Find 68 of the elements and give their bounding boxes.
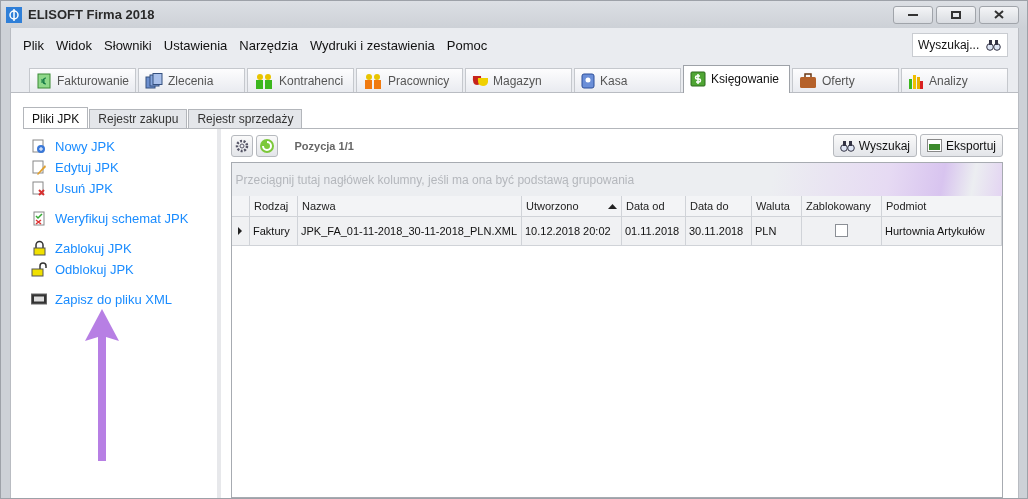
menu-item[interactable]: Widok [49,37,99,53]
module-tab[interactable]: Pracownicy [356,68,463,92]
column-header[interactable]: Data do [685,196,752,217]
column-header[interactable]: Data od [621,196,686,217]
column-header[interactable]: Podmiot [881,196,1002,217]
module-tab[interactable]: Oferty [792,68,899,92]
action-link[interactable]: Odblokuj JPK [55,261,134,277]
maximize-button[interactable] [936,5,976,24]
settings-icon [234,138,249,153]
column-header[interactable]: Utworzono [521,196,622,217]
refresh-icon [258,137,275,154]
menu-item[interactable]: Pomoc [440,37,494,53]
table-cell: JPK_FA_01-11-2018_30-11-2018_PLN.XML [297,216,522,246]
briefcase-icon [799,72,817,89]
open-padlock-icon [31,261,47,277]
close-button[interactable] [979,5,1019,24]
column-header[interactable]: Rodzaj [249,196,298,217]
module-tab[interactable]: Magazyn [465,68,572,92]
documents-icon [145,72,163,89]
new-document-icon [32,138,46,154]
module-tab[interactable]: Fakturowanie [29,68,136,92]
group-by-hint: Przeciągnij tutaj nagłówek kolumny, jeśli ma ona być podstawą grupowania [231,163,1002,196]
minimize-icon [908,13,918,16]
xml-file-icon [31,293,47,305]
table-cell: Hurtownia Artykułów [881,216,1002,246]
settings-button[interactable] [230,134,253,157]
people-icon [254,72,274,89]
menu-item[interactable]: Wydruki i zestawienia [303,37,441,53]
module-tab[interactable]: Zlecenia [138,68,245,92]
padlock-icon [32,240,46,256]
table-cell: 30.11.2018 [685,216,752,246]
bar-chart-icon [908,72,924,89]
close-icon [994,10,1004,19]
app-logo-icon [6,6,22,23]
minimize-button[interactable] [893,5,933,24]
safe-icon [581,72,595,89]
menu-item[interactable]: Ustawienia [157,37,234,53]
column-header[interactable]: Nazwa [297,196,522,217]
module-tab[interactable]: Analizy [901,68,1008,92]
delete-document-icon [32,180,46,196]
table-cell: 10.12.2018 20:02 [521,216,622,246]
column-header[interactable]: Zablokowany [801,196,882,217]
window-title: ELISOFT Firma 2018 [28,7,156,22]
menu-item[interactable]: Narzędzia [233,37,304,53]
record-position: Pozycja 1/1 [294,139,355,152]
column-header[interactable]: Waluta [751,196,802,217]
module-tab[interactable]: Księgowanie [683,65,790,93]
maximize-icon [951,10,961,19]
money-bags-icon [472,75,488,86]
toolbar-button[interactable]: Wyszukaj [832,134,917,157]
sub-tab[interactable]: Pliki JPK [23,107,89,129]
spreadsheet-icon [926,139,942,152]
checklist-icon [33,210,45,226]
module-tab[interactable]: Kasa [574,68,681,92]
sub-tab[interactable]: Rejestr zakupu [89,109,188,128]
toolbar-button[interactable]: Eksportuj [919,134,1003,157]
menu-item[interactable]: Słowniki [98,37,158,53]
search-field[interactable]: Wyszukaj... [912,33,1008,57]
menu-item[interactable]: Plik [17,37,50,53]
edit-document-icon [32,159,46,175]
binoculars-icon [839,139,855,152]
people-icon [363,72,383,89]
table-cell: 01.11.2018 [621,216,686,246]
dollar-book-icon [690,70,706,87]
binoculars-icon [986,39,1001,51]
sub-tab[interactable]: Rejestr sprzedaży [188,109,303,128]
checkbox[interactable] [835,223,848,237]
module-tab[interactable]: Kontrahenci [247,68,354,92]
